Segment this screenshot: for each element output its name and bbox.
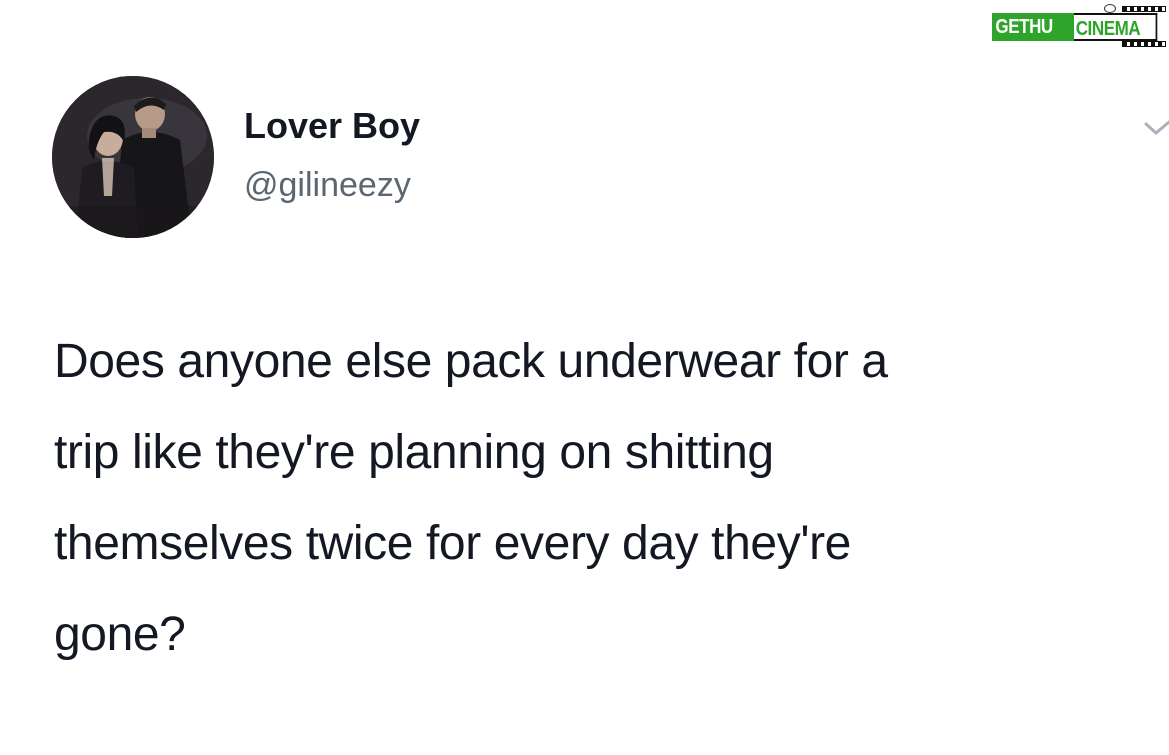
tweet-text-line: trip like they're planning on shitting	[54, 426, 774, 479]
tweet-text: Does anyone else pack underwear for a tr…	[54, 316, 1164, 680]
watermark-logo-right: CINEMA	[1074, 13, 1158, 41]
film-strip-icon	[1122, 41, 1166, 47]
tweet-text-line: Does anyone else pack underwear for a	[54, 335, 888, 388]
tweet-screenshot: GETHU CINEMA Lover Boy @gilineezy Does a…	[0, 0, 1169, 755]
watermark-logo-left: GETHU	[992, 13, 1081, 41]
camera-reel-icon	[1104, 4, 1116, 13]
watermark-logo: GETHU CINEMA	[992, 4, 1168, 47]
avatar[interactable]	[52, 76, 214, 238]
tweet-text-line: themselves twice for every day they're	[54, 517, 851, 570]
chevron-down-icon[interactable]	[1144, 118, 1169, 138]
user-handle[interactable]: @gilineezy	[244, 164, 411, 206]
film-strip-icon	[1122, 6, 1166, 12]
tweet-text-line: gone?	[54, 608, 186, 661]
profile-photo-icon	[52, 76, 214, 238]
display-name[interactable]: Lover Boy	[244, 104, 420, 148]
